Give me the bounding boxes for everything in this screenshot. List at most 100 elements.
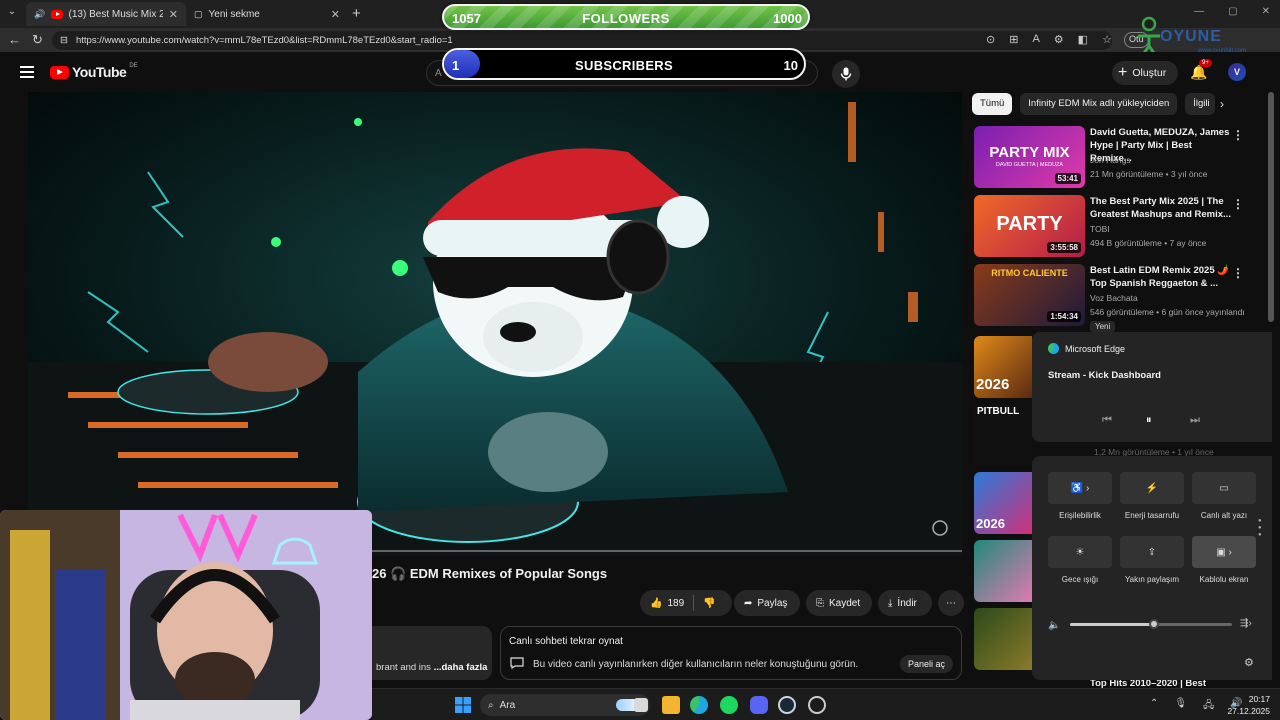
chip-all[interactable]: Tümü xyxy=(972,93,1013,115)
subscribers-goal-bar: 1 SUBSCRIBERS 10 xyxy=(442,48,806,80)
thumbs-up-icon[interactable]: 👍 xyxy=(650,598,662,609)
create-button[interactable]: + Oluştur xyxy=(1112,61,1179,85)
taskbar-clock[interactable]: 20:17 27.12.2025 xyxy=(1227,693,1270,717)
battery-saver-icon[interactable]: ⚡ xyxy=(1120,472,1184,504)
speaker-icon[interactable]: 🔊 xyxy=(34,9,45,20)
windows-start-icon[interactable] xyxy=(454,696,472,714)
recommendation-item[interactable]: PARTY MIX DAVID GUETTA | MEDUZA 53:41 Da… xyxy=(974,126,1262,188)
tab-list-chevron-icon[interactable]: ⌄ xyxy=(4,6,20,22)
video-player[interactable] xyxy=(28,92,962,556)
live-captions-icon[interactable]: ▭ xyxy=(1192,472,1256,504)
address-bar-icons: ⊙ ⊞ A ⚙ ◧ ☆ xyxy=(986,33,1112,46)
tab-new-tab[interactable]: ▢ Yeni sekme ✕ xyxy=(186,2,348,26)
open-panel-button[interactable]: Paneli aç xyxy=(899,655,953,673)
task-view-icon[interactable] xyxy=(634,698,648,712)
description-box[interactable]: brant and ins ...daha fazla xyxy=(372,626,492,680)
video-title[interactable]: The Best Party Mix 2025 | The Greatest M… xyxy=(1090,195,1232,221)
page-dots-icon[interactable]: ● ● ● xyxy=(1258,518,1262,539)
video-thumbnail[interactable]: PITBULL xyxy=(974,404,1032,466)
video-thumbnail[interactable]: RITMO CALIENTE 1:54:34 xyxy=(974,264,1085,326)
qs-label-accessibility: Erişilebilirlik xyxy=(1059,511,1101,520)
taskbar-search[interactable]: ⌕ Ara xyxy=(480,694,650,716)
app-available-icon[interactable]: ⊞ xyxy=(1009,33,1018,46)
close-window-icon[interactable]: ✕ xyxy=(1262,6,1270,17)
tab-youtube[interactable]: 🔊 (13) Best Music Mix 2026 🎧 E ✕ xyxy=(26,2,186,26)
volume-slider-thumb[interactable] xyxy=(1149,619,1160,629)
video-thumbnail[interactable]: 2026 xyxy=(974,472,1032,534)
obs-icon[interactable] xyxy=(808,696,826,714)
menu-hamburger-icon[interactable] xyxy=(20,66,34,81)
chevron-right-icon[interactable]: › xyxy=(1220,97,1224,111)
qs-label-night-light: Gece ışığı xyxy=(1061,575,1099,584)
chip-related[interactable]: İlgili xyxy=(1185,93,1216,115)
settings-gear-icon[interactable]: ⚙ xyxy=(1244,656,1254,669)
youtube-favicon-icon xyxy=(51,9,63,19)
notifications-bell-icon[interactable]: 🔔 9+ xyxy=(1190,59,1212,81)
reload-icon[interactable]: ↻ xyxy=(32,32,43,48)
plus-icon: + xyxy=(1118,64,1128,81)
site-info-icon[interactable]: ⊟ xyxy=(60,35,68,46)
close-tab-icon[interactable]: ✕ xyxy=(169,8,178,21)
edge-icon[interactable] xyxy=(690,696,708,714)
back-arrow-icon[interactable]: ← xyxy=(8,32,21,47)
like-dislike-group: 👍 189 👎 xyxy=(640,590,732,616)
channel-name[interactable]: TOBI xyxy=(1090,224,1110,234)
channel-name[interactable]: Voz Bachata xyxy=(1090,293,1138,303)
thumbs-down-icon[interactable]: 👎 xyxy=(703,598,715,609)
search-icon: ⌕ xyxy=(488,699,494,711)
chip-from-uploader[interactable]: Infinity EDM Mix adlı yükleyiciden xyxy=(1020,93,1178,115)
file-explorer-icon[interactable] xyxy=(662,696,680,714)
save-button[interactable]: ⎘ Kaydet xyxy=(806,590,872,616)
download-icon: ⤓ xyxy=(888,597,893,609)
video-thumbnail[interactable]: 2026 xyxy=(974,336,1032,398)
page-scrollbar[interactable] xyxy=(1268,92,1274,322)
extensions-icon[interactable]: ⚙ xyxy=(1054,33,1064,46)
volume-icon[interactable]: 🔈 xyxy=(1048,620,1060,631)
steam-icon[interactable] xyxy=(778,696,796,714)
discord-icon[interactable] xyxy=(750,696,768,714)
video-thumbnail[interactable] xyxy=(974,540,1032,602)
volume-slider[interactable] xyxy=(1070,619,1232,629)
video-thumbnail[interactable]: PARTY MIX DAVID GUETTA | MEDUZA 53:41 xyxy=(974,126,1085,188)
more-options-icon[interactable]: ⋮ xyxy=(1232,266,1244,280)
youtube-logo[interactable]: YouTube DE xyxy=(50,63,138,80)
video-title[interactable]: Best Latin EDM Remix 2025 🌶️ Top Spanish… xyxy=(1090,264,1232,290)
microphone-tray-icon[interactable]: 🎙 xyxy=(1174,698,1187,715)
avatar[interactable]: V xyxy=(1228,63,1246,81)
more-options-icon[interactable]: ⋮ xyxy=(1232,197,1244,211)
recommendation-item[interactable]: PARTY 3:55:58 The Best Party Mix 2025 | … xyxy=(974,195,1262,257)
nearby-share-icon[interactable]: ⇪ xyxy=(1120,536,1184,568)
video-thumbnail[interactable] xyxy=(974,608,1032,670)
translate-icon[interactable]: ⊙ xyxy=(986,33,995,46)
night-light-icon[interactable]: ☀ xyxy=(1048,536,1112,568)
recommendation-item[interactable]: RITMO CALIENTE 1:54:34 Best Latin EDM Re… xyxy=(974,264,1262,332)
chevron-up-icon[interactable]: ⌃ xyxy=(1150,698,1158,715)
next-track-icon[interactable]: ⏭ xyxy=(1190,414,1200,427)
youtube-play-icon xyxy=(50,65,69,79)
audio-output-icon[interactable]: ⇶› xyxy=(1240,618,1252,629)
split-screen-icon[interactable]: ◧ xyxy=(1078,33,1088,46)
more-actions-icon[interactable]: ⋯ xyxy=(938,590,964,616)
notification-count-badge: 9+ xyxy=(1199,59,1212,67)
followers-goal-bar: 1057 FOLLOWERS 1000 xyxy=(442,4,810,30)
previous-track-icon[interactable]: ⏮ xyxy=(1102,414,1112,427)
favorites-star-icon[interactable]: ☆ xyxy=(1102,33,1112,46)
spotify-icon[interactable] xyxy=(720,696,738,714)
read-aloud-icon[interactable]: A xyxy=(1032,33,1039,46)
cast-icon[interactable]: ▣ › xyxy=(1192,536,1256,568)
pause-icon[interactable]: ⏸ xyxy=(1146,414,1152,427)
show-more-link[interactable]: ...daha fazla xyxy=(434,662,488,673)
video-meta: 494 B görüntüleme • 7 ay önce xyxy=(1090,238,1207,248)
more-options-icon[interactable]: ⋮ xyxy=(1232,128,1244,142)
channel-name[interactable]: Jon Hangs xyxy=(1090,155,1131,165)
download-button[interactable]: ⤓ İndir xyxy=(878,590,932,616)
new-tab-plus-icon[interactable]: + xyxy=(352,5,361,22)
close-tab-icon[interactable]: ✕ xyxy=(331,8,340,21)
accessibility-icon[interactable]: ♿ › xyxy=(1048,472,1112,504)
share-button[interactable]: ➦ Paylaş xyxy=(734,590,800,616)
filter-chips: Tümü Infinity EDM Mix adlı yükleyiciden … xyxy=(972,93,1216,115)
like-count[interactable]: 189 xyxy=(667,598,684,609)
voice-search-button[interactable] xyxy=(832,60,860,88)
network-icon[interactable]: 🖧 xyxy=(1203,698,1214,715)
video-thumbnail[interactable]: PARTY 3:55:58 xyxy=(974,195,1085,257)
